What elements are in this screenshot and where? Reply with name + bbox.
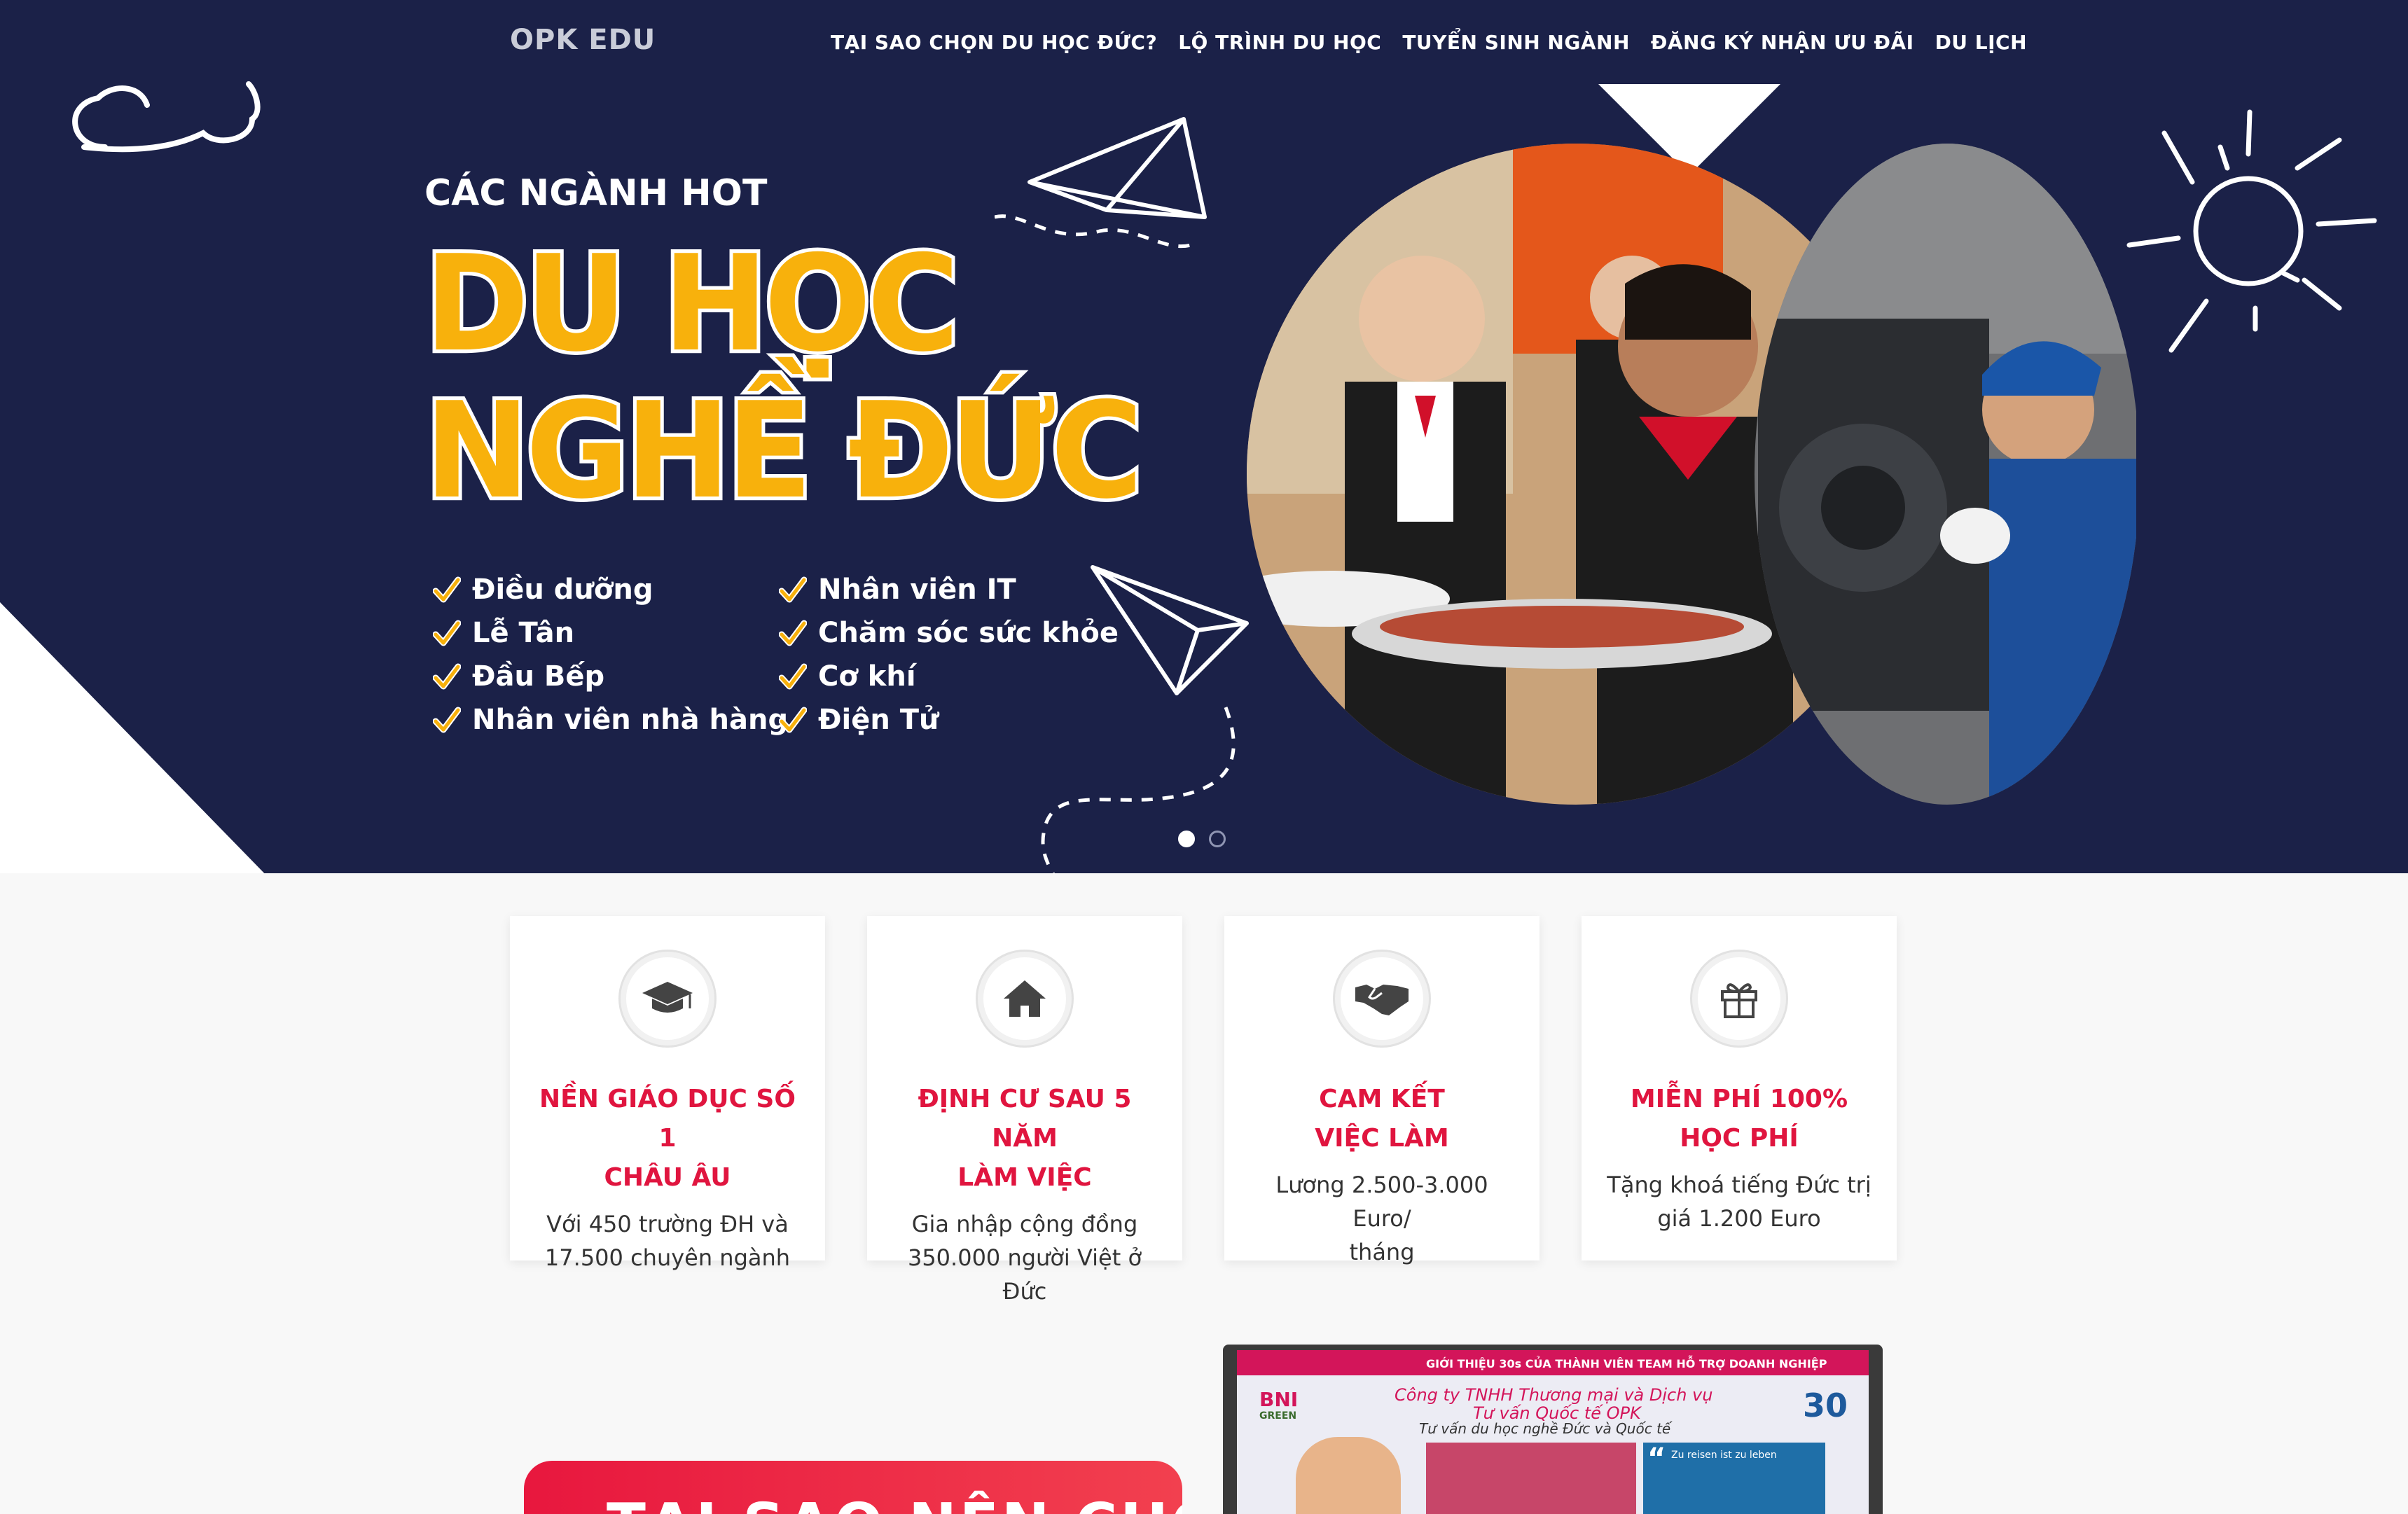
bni-logo-sub: GREEN <box>1259 1410 1297 1422</box>
list-item: Chăm sóc sức khỏe <box>779 617 1119 649</box>
check-icon <box>779 576 807 603</box>
check-icon <box>433 576 461 603</box>
handshake-icon <box>1355 985 1409 1015</box>
cloud-doodle-icon <box>72 81 261 153</box>
slider-dots <box>1178 831 1226 847</box>
benefit-title-line2: VIỆC LÀM <box>1315 1124 1449 1153</box>
benefit-title-line1: MIỄN PHÍ 100% <box>1630 1085 1848 1113</box>
video-quote-panel: “ Zu reisen ist zu leben <box>1643 1443 1825 1514</box>
video-timer: 30 <box>1802 1387 1848 1424</box>
benefit-card: MIỄN PHÍ 100% HỌC PHÍ Tặng khoá tiếng Đứ… <box>1582 916 1897 1260</box>
white-corner-shape <box>0 602 273 873</box>
brand-logo[interactable]: OPK EDU <box>510 24 656 56</box>
main-nav: TẠI SAO CHỌN DU HỌC ĐỨC? LỘ TRÌNH DU HỌC… <box>831 31 2027 54</box>
list-item: Điện Tử <box>779 704 1119 736</box>
intro-video-thumbnail[interactable]: GIỚI THIỆU 30s CỦA THÀNH VIÊN TEAM HỖ TR… <box>1223 1345 1883 1514</box>
check-icon <box>779 707 807 733</box>
video-inset-photo <box>1426 1443 1636 1514</box>
why-choose-heading: TẠI SAO NÊN CHỌN <box>607 1492 1182 1514</box>
list-item: Nhân viên nhà hàng <box>433 704 788 736</box>
benefit-title-line2: HỌC PHÍ <box>1680 1124 1799 1153</box>
video-title-bar: GIỚI THIỆU 30s CỦA THÀNH VIÊN TEAM HỖ TR… <box>1237 1350 1869 1375</box>
bni-logo: BNI <box>1259 1388 1299 1411</box>
benefit-title-line2: LÀM VIỆC <box>957 1163 1092 1192</box>
check-icon <box>779 620 807 646</box>
benefit-text-line2: tháng <box>1349 1239 1415 1265</box>
check-icon <box>433 663 461 690</box>
benefit-text-line1: Lương 2.500-3.000 Euro/ <box>1275 1172 1488 1232</box>
hero-title: DU HỌC NGHỀ ĐỨC <box>421 227 1147 529</box>
check-icon <box>433 620 461 646</box>
hero-title-line2: NGHỀ ĐỨC <box>421 374 1147 529</box>
slider-dot-1[interactable] <box>1178 831 1195 847</box>
benefit-card: NỀN GIÁO DỤC SỐ 1 CHÂU ÂU Với 450 trường… <box>510 916 825 1271</box>
graduation-cap-icon <box>642 982 693 1013</box>
hero-banner: OPK EDU TẠI SAO CHỌN DU HỌC ĐỨC? LỘ TRÌN… <box>0 0 2408 873</box>
benefit-title-line1: NỀN GIÁO DỤC SỐ 1 <box>539 1085 796 1153</box>
list-item: Lễ Tân <box>433 617 788 649</box>
list-item: Cơ khí <box>779 660 1119 693</box>
majors-list-left: Điều dưỡng Lễ Tân Đầu Bếp Nhân viên nhà … <box>433 574 788 736</box>
benefit-text-line1: Tặng khoá tiếng Đức trị <box>1607 1172 1871 1198</box>
check-icon <box>433 707 461 733</box>
benefit-title-line1: CAM KẾT <box>1319 1085 1445 1113</box>
hero-subtitle: CÁC NGÀNH HOT <box>424 172 768 214</box>
list-item: Đầu Bếp <box>433 660 788 693</box>
majors-list-right: Nhân viên IT Chăm sóc sức khỏe Cơ khí Đi… <box>779 574 1119 736</box>
list-item: Nhân viên IT <box>779 574 1119 606</box>
benefit-title-line2: CHÂU ÂU <box>604 1163 731 1192</box>
home-icon <box>1004 980 1046 1017</box>
video-company-line1: Công ty TNHH Thương mại và Dịch vụ <box>1395 1385 1713 1405</box>
sun-doodle-icon <box>2126 109 2377 353</box>
benefits-section: NỀN GIÁO DỤC SỐ 1 CHÂU ÂU Với 450 trường… <box>510 916 1897 1305</box>
benefit-text-line2: 350.000 người Việt ở Đức <box>907 1244 1142 1305</box>
benefit-text-line2: 17.500 chuyên ngành <box>544 1244 791 1271</box>
nav-item-travel[interactable]: DU LỊCH <box>1935 31 2027 54</box>
hero-title-line1: DU HỌC <box>421 227 963 382</box>
check-icon <box>779 663 807 690</box>
video-screen: GIỚI THIỆU 30s CỦA THÀNH VIÊN TEAM HỖ TR… <box>1237 1350 1869 1514</box>
benefit-text-line2: giá 1.200 Euro <box>1657 1205 1821 1232</box>
benefit-card: ĐỊNH CƯ SAU 5 NĂM LÀM VIỆC Gia nhập cộng… <box>867 916 1182 1305</box>
benefit-text-line1: Với 450 trường ĐH và <box>546 1211 789 1237</box>
quote-icon: “ <box>1647 1443 1666 1475</box>
nav-item-register-offer[interactable]: ĐĂNG KÝ NHẬN ƯU ĐÃI <box>1651 31 1914 54</box>
benefit-text-line1: Gia nhập cộng đồng <box>911 1211 1138 1237</box>
video-company-line3: Tư vấn du học nghề Đức và Quốc tế <box>1419 1420 1671 1437</box>
benefit-title-line1: ĐỊNH CƯ SAU 5 NĂM <box>918 1085 1132 1153</box>
why-choose-heading-pill: TẠI SAO NÊN CHỌN <box>524 1461 1182 1514</box>
nav-item-admissions[interactable]: TUYỂN SINH NGÀNH <box>1402 31 1630 54</box>
hero-photo-collage <box>1247 144 2136 805</box>
slider-dot-2[interactable] <box>1209 831 1226 847</box>
benefit-card: CAM KẾT VIỆC LÀM Lương 2.500-3.000 Euro/… <box>1224 916 1539 1265</box>
nav-item-why-germany[interactable]: TẠI SAO CHỌN DU HỌC ĐỨC? <box>831 31 1157 54</box>
nav-item-study-roadmap[interactable]: LỘ TRÌNH DU HỌC <box>1178 31 1381 54</box>
presenter-photo <box>1296 1437 1401 1514</box>
gift-icon <box>1721 983 1757 1018</box>
list-item: Điều dưỡng <box>433 574 788 606</box>
